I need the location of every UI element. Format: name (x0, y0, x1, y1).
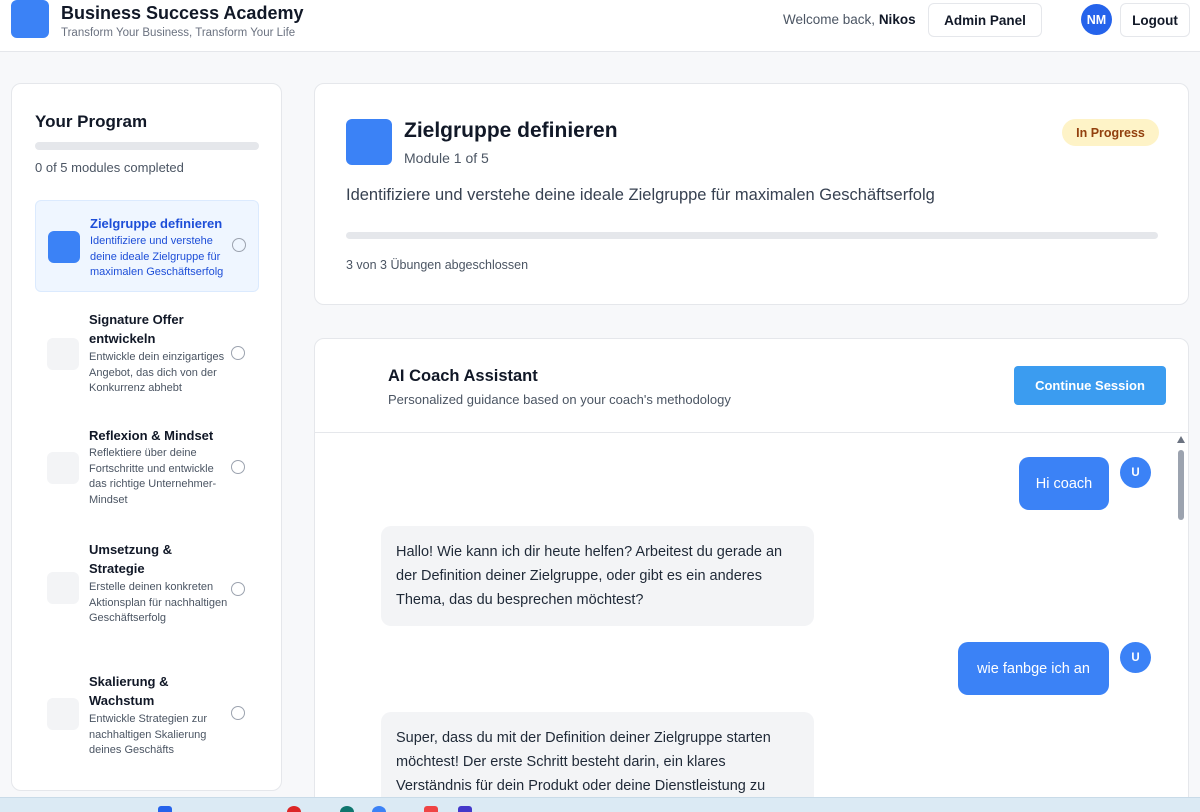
welcome-message: Welcome back, Nikos (783, 12, 916, 27)
taskbar-app-icon[interactable] (424, 806, 438, 812)
module-status-radio[interactable] (231, 582, 245, 596)
module-title: Umsetzung & Strategie (89, 542, 173, 576)
sidebar-module-skalierung[interactable]: Skalierung & Wachstum Entwickle Strategi… (35, 666, 259, 766)
ai-coach-panel: AI Coach Assistant Personalized guidance… (314, 338, 1189, 812)
module-description: Entwickle Strategien zur nachhaltigen Sk… (89, 713, 207, 756)
taskbar-app-icon[interactable] (287, 806, 301, 812)
module-status-radio[interactable] (231, 346, 245, 360)
program-progress-bar (35, 142, 259, 150)
module-icon (48, 231, 80, 263)
exercise-progress-bar (346, 232, 1158, 239)
user-message-avatar: U (1120, 642, 1151, 673)
sidebar-module-signature-offer[interactable]: Signature Offer entwickeln Entwickle dei… (35, 304, 259, 404)
module-description: Reflektiere über deine Fortschritte und … (89, 447, 217, 506)
brand-logo (11, 0, 49, 38)
module-description: Entwickle dein einzigartiges Angebot, da… (89, 351, 225, 394)
program-sidebar: Your Program 0 of 5 modules completed Zi… (11, 83, 282, 791)
taskbar-app-icon[interactable] (340, 806, 354, 812)
top-header: Business Success Academy Transform Your … (0, 0, 1200, 52)
sidebar-module-reflexion[interactable]: Reflexion & Mindset Reflektiere über dei… (35, 420, 259, 520)
module-card-icon (346, 119, 392, 165)
sidebar-title: Your Program (35, 112, 148, 131)
coach-title: AI Coach Assistant (388, 367, 538, 385)
chat-scrollbar[interactable] (1174, 436, 1188, 812)
module-description: Erstelle deinen konkreten Aktionsplan fü… (89, 581, 228, 624)
module-card-subtitle: Module 1 of 5 (404, 150, 489, 166)
scroll-up-icon[interactable] (1177, 436, 1185, 443)
continue-session-button[interactable]: Continue Session (1014, 366, 1166, 405)
welcome-prefix: Welcome back, (783, 12, 876, 27)
exercise-progress-text: 3 von 3 Übungen abgeschlossen (346, 258, 529, 272)
divider (315, 432, 1188, 433)
scroll-thumb[interactable] (1178, 450, 1184, 520)
brand-title: Business Success Academy (61, 3, 304, 23)
user-name: Nikos (878, 12, 916, 27)
module-title: Signature Offer entwickeln (89, 312, 184, 346)
taskbar-app-icon[interactable] (372, 806, 386, 812)
module-card-description: Identifiziere und verstehe deine ideale … (346, 186, 935, 204)
module-status-radio[interactable] (232, 238, 246, 252)
brand-subtitle: Transform Your Business, Transform Your … (61, 27, 296, 39)
module-description: Identifiziere und verstehe deine ideale … (90, 235, 224, 278)
sidebar-module-zielgruppe[interactable]: Zielgruppe definieren Identifiziere und … (35, 200, 259, 292)
program-progress-text: 0 of 5 modules completed (35, 160, 184, 175)
sidebar-module-umsetzung[interactable]: Umsetzung & Strategie Erstelle deinen ko… (35, 534, 259, 654)
assistant-message: Hallo! Wie kann ich dir heute helfen? Ar… (381, 526, 814, 626)
user-message: wie fanbge ich an (958, 642, 1109, 695)
logout-button[interactable]: Logout (1120, 3, 1190, 37)
module-title: Reflexion & Mindset (89, 428, 214, 443)
admin-panel-button[interactable]: Admin Panel (928, 3, 1042, 37)
module-icon (47, 338, 79, 370)
coach-subtitle: Personalized guidance based on your coac… (388, 392, 731, 407)
taskbar-app-icon[interactable] (158, 806, 172, 812)
user-avatar[interactable]: NM (1081, 4, 1112, 35)
module-icon (47, 698, 79, 730)
status-badge: In Progress (1062, 119, 1159, 146)
module-status-radio[interactable] (231, 706, 245, 720)
user-message: Hi coach (1019, 457, 1109, 510)
module-card: Zielgruppe definieren Module 1 of 5 In P… (314, 83, 1189, 305)
os-taskbar (0, 797, 1200, 812)
module-status-radio[interactable] (231, 460, 245, 474)
taskbar-app-icon[interactable] (458, 806, 472, 812)
module-title: Zielgruppe definieren (90, 216, 223, 231)
module-title: Skalierung & Wachstum (89, 674, 169, 708)
user-message-avatar: U (1120, 457, 1151, 488)
module-card-title: Zielgruppe definieren (404, 119, 618, 142)
module-icon (47, 572, 79, 604)
module-icon (47, 452, 79, 484)
